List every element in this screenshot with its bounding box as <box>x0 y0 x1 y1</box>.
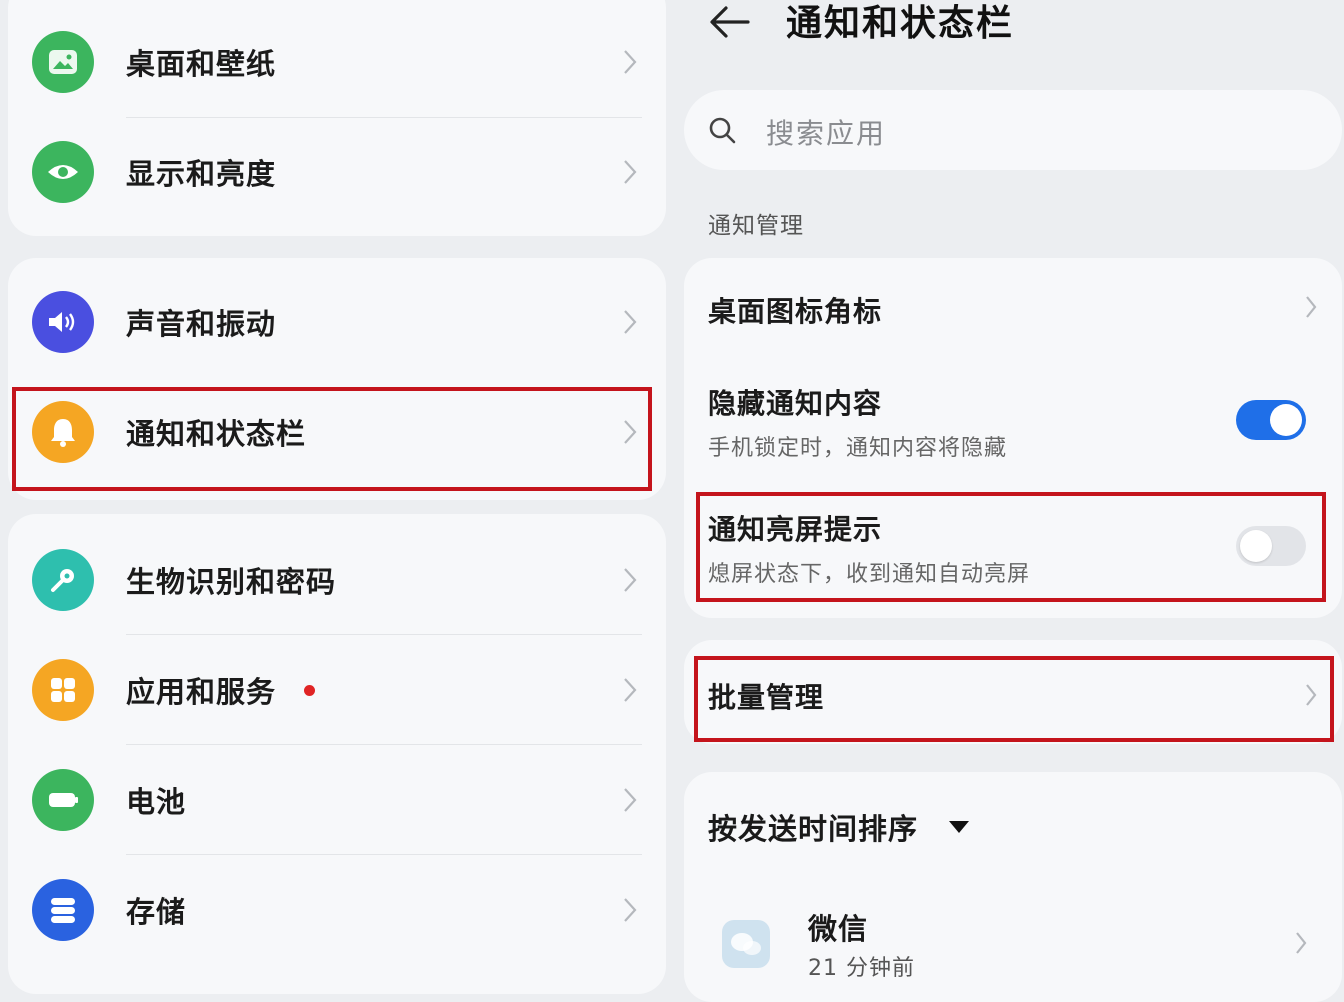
search-input[interactable]: 搜索应用 <box>766 112 886 152</box>
highlight-notifications <box>12 387 652 491</box>
menu-item-display[interactable]: 显示和亮度 <box>8 118 666 226</box>
search-icon <box>709 117 736 144</box>
chevron-right-icon <box>624 788 637 812</box>
divider <box>126 744 642 745</box>
hide-content-setting-row: 隐藏通知内容 手机锁定时，通知内容将隐藏 <box>684 368 1342 478</box>
search-bar[interactable]: 搜索应用 <box>684 90 1342 170</box>
chevron-right-icon <box>1306 296 1317 318</box>
eye-icon <box>32 141 94 203</box>
settings-group-display: 桌面和壁纸 显示和亮度 <box>8 0 666 236</box>
chevron-right-icon <box>624 678 637 702</box>
key-icon <box>32 549 94 611</box>
menu-item-label: 桌面和壁纸 <box>126 47 277 81</box>
menu-item-battery[interactable]: 电池 <box>8 746 666 854</box>
settings-group-system: 生物识别和密码 应用和服务 电池 存储 <box>8 514 666 994</box>
chevron-right-icon <box>624 898 637 922</box>
menu-item-biometrics[interactable]: 生物识别和密码 <box>8 526 666 634</box>
badge-setting-row[interactable]: 桌面图标角标 <box>684 258 1342 358</box>
menu-item-sound[interactable]: 声音和振动 <box>8 268 666 376</box>
setting-subtitle: 手机锁定时，通知内容将隐藏 <box>708 436 1008 461</box>
divider <box>126 854 642 855</box>
menu-item-label: 应用和服务 <box>126 675 277 709</box>
app-time: 21 分钟前 <box>808 956 915 981</box>
menu-item-label: 声音和振动 <box>126 307 277 341</box>
section-label: 通知管理 <box>708 213 804 239</box>
caret-down-icon[interactable] <box>948 820 970 834</box>
wallpaper-icon <box>32 31 94 93</box>
hide-content-toggle[interactable] <box>1236 400 1306 440</box>
menu-item-apps[interactable]: 应用和服务 <box>8 636 666 744</box>
menu-item-storage[interactable]: 存储 <box>8 856 666 964</box>
storage-icon <box>32 879 94 941</box>
menu-item-label: 显示和亮度 <box>126 157 277 191</box>
highlight-wake-screen <box>696 492 1326 602</box>
chevron-right-icon <box>624 310 637 334</box>
highlight-batch-manage <box>694 656 1334 742</box>
chevron-right-icon <box>624 160 637 184</box>
menu-item-wallpaper[interactable]: 桌面和壁纸 <box>8 8 666 116</box>
chevron-right-icon <box>1296 932 1307 954</box>
settings-menu-panel: 桌面和壁纸 显示和亮度 声音和振动 通知和状态栏 生物识别和密码 应用和服务 电… <box>0 0 672 994</box>
back-arrow-icon[interactable] <box>708 2 752 42</box>
wechat-app-icon <box>722 920 770 968</box>
setting-title: 隐藏通知内容 <box>708 387 883 420</box>
setting-title: 桌面图标角标 <box>708 295 883 328</box>
menu-item-label: 生物识别和密码 <box>126 565 337 599</box>
divider <box>126 634 642 635</box>
battery-icon <box>32 769 94 831</box>
chevron-right-icon <box>624 568 637 592</box>
menu-item-label: 存储 <box>126 895 187 929</box>
apps-icon <box>32 659 94 721</box>
menu-item-label: 电池 <box>126 785 187 819</box>
page-title: 通知和状态栏 <box>786 3 1015 44</box>
app-name: 微信 <box>808 912 869 946</box>
update-dot <box>304 685 315 696</box>
toggle-knob <box>1270 404 1302 436</box>
notification-settings-panel: 通知和状态栏 搜索应用 通知管理 桌面图标角标 隐藏通知内容 手机锁定时，通知内… <box>672 0 1344 1002</box>
chevron-right-icon <box>624 50 637 74</box>
sort-dropdown-label[interactable]: 按发送时间排序 <box>708 806 918 848</box>
speaker-icon <box>32 291 94 353</box>
